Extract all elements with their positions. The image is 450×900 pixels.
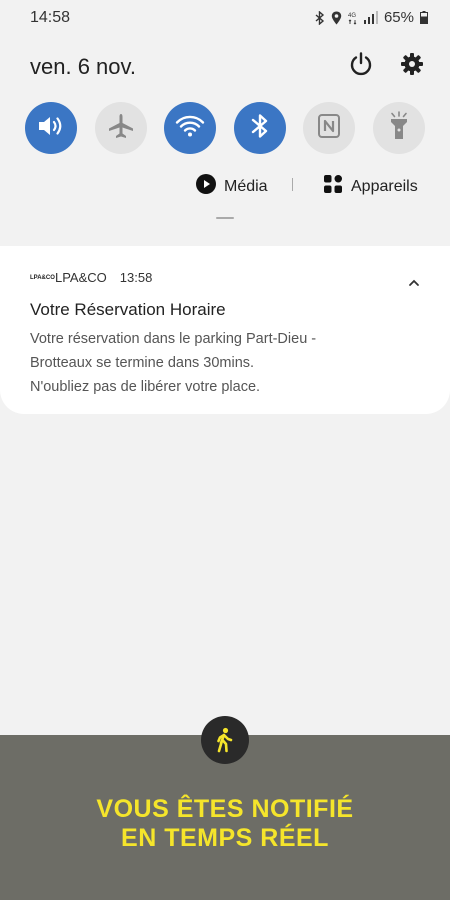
promo-line-2: EN TEMPS RÉEL [121,824,329,852]
media-button[interactable]: Média [196,174,268,199]
status-icons: 4G 65% [315,9,428,26]
notification-body-line: N'oubliez pas de libérer votre place. [30,379,261,395]
signal-icon [363,11,378,24]
quick-settings [25,102,425,154]
quick-toggle-sound[interactable] [25,102,77,154]
notification-body-line: Brotteaux se termine dans 30mins. [30,355,255,371]
notification-time: 13:58 [119,270,153,285]
quick-toggle-airplane[interactable] [94,102,147,154]
volume-icon [37,114,65,143]
notification-header: LPA&CO LPA&CO 13:58 [30,270,152,285]
app-name: LPA&CO [55,270,107,285]
status-time: 14:58 [30,9,71,26]
chevron-up-icon[interactable] [408,274,420,292]
wifi-icon [175,114,205,143]
bluetooth-icon [251,112,269,145]
promo-headline: VOUS ÊTES NOTIFIÉ EN TEMPS RÉEL [0,795,450,853]
quick-toggle-bluetooth[interactable] [233,102,286,154]
devices-grid-icon [323,174,343,199]
gear-icon[interactable] [398,50,426,78]
notification-body-line: Votre réservation dans le parking Part-D… [30,331,317,347]
airplane-icon [107,112,135,145]
battery-percent: 65% [383,9,414,26]
play-circle-icon [196,174,216,199]
battery-icon [420,11,428,24]
bluetooth-icon [315,10,325,25]
quick-toggle-flashlight[interactable] [372,102,425,154]
flashlight-icon [388,110,410,146]
promo-line-1: VOUS ÊTES NOTIFIÉ [96,795,354,823]
svg-text:4G: 4G [348,13,356,19]
devices-label: Appareils [351,177,418,195]
lte-icon: 4G [348,11,358,25]
power-icon[interactable] [347,50,375,78]
devices-button[interactable]: Appareils [323,174,418,199]
app-logo: LPA&CO [30,274,55,281]
media-label: Média [224,177,268,195]
nfc-icon [317,113,341,144]
date-label: ven. 6 nov. [30,54,136,79]
quick-toggle-wifi[interactable] [164,102,217,154]
status-bar: 14:58 4G 65% [0,0,450,36]
quick-toggle-nfc[interactable] [303,102,356,154]
location-icon [331,11,342,25]
walking-person-icon [201,716,249,764]
panel-drag-handle[interactable] [216,217,234,219]
media-divider [292,178,293,191]
notification-card[interactable]: LPA&CO LPA&CO 13:58 Votre Réservation Ho… [0,246,450,414]
notification-title: Votre Réservation Horaire [30,300,226,319]
notification-body: Votre réservation dans le parking Part-D… [30,327,425,399]
